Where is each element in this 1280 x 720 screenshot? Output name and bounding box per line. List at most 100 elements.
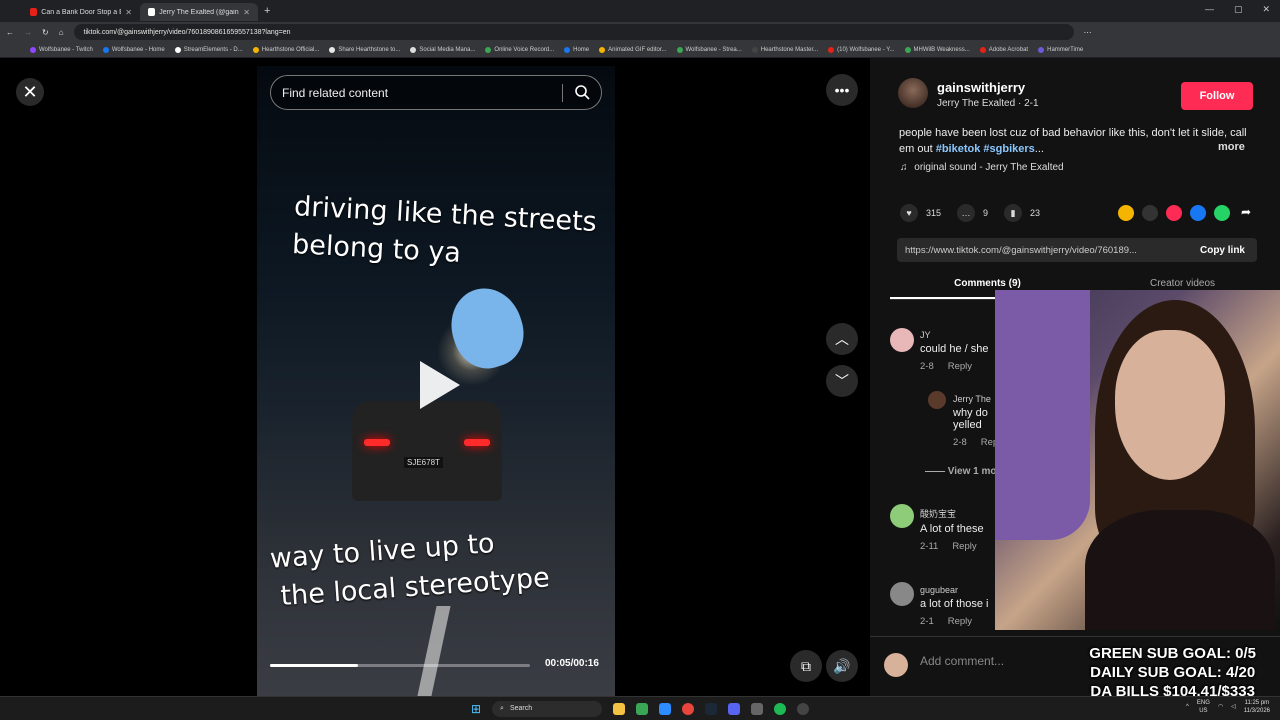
back-icon[interactable]: ← — [6, 28, 14, 37]
bookmark-label: (10) Wolfsbanee - Y... — [837, 46, 895, 53]
bookmark-item[interactable]: Wolfsbanee - Home — [102, 46, 165, 53]
avatar[interactable] — [928, 391, 946, 409]
facebook-icon[interactable] — [1190, 205, 1206, 221]
bookmark-icon — [979, 46, 986, 53]
home-icon[interactable]: ⌂ — [59, 28, 64, 37]
bookmark-item[interactable]: (10) Wolfsbanee - Y... — [828, 46, 895, 53]
bookmark-item[interactable]: Social Media Mana... — [410, 46, 475, 53]
creator-username[interactable]: gainswithjerry — [937, 80, 1025, 95]
bookmark-item[interactable]: Animated GIF editor... — [599, 46, 667, 53]
bookmark-item[interactable]: StreamElements - D... — [174, 46, 243, 53]
volume-button[interactable]: 🔊 — [826, 650, 858, 682]
reload-icon[interactable]: ↻ — [42, 28, 49, 37]
comment-text: could he / she — [920, 343, 989, 355]
volume-icon[interactable]: ◁ — [1231, 703, 1236, 711]
forward-icon[interactable]: → — [24, 28, 32, 37]
play-icon[interactable] — [420, 361, 460, 409]
zoom-icon[interactable] — [659, 702, 672, 715]
spotify-icon[interactable] — [774, 702, 787, 715]
minimize-icon[interactable]: — — [1205, 4, 1214, 15]
windows-start-icon[interactable]: ⊞ — [471, 702, 481, 716]
discord-icon[interactable] — [728, 702, 741, 715]
bookmark-item[interactable]: Share Hearthstone to... — [329, 46, 400, 53]
comment-date: 2-1 — [920, 616, 934, 627]
avatar[interactable] — [890, 582, 914, 606]
bookmark-icon — [252, 46, 259, 53]
bookmark-item[interactable]: Online Voice Record... — [485, 46, 554, 53]
bookmark-item[interactable]: Home — [564, 46, 590, 53]
car: SJE678T — [352, 401, 502, 501]
whatsapp-icon[interactable] — [1214, 205, 1230, 221]
maximize-icon[interactable]: ▢ — [1234, 4, 1243, 15]
bookmark-item[interactable]: Hearthstone Official... — [252, 46, 319, 53]
taskbar-search[interactable]: ⌕ Search — [492, 700, 603, 717]
sound-link[interactable]: ♫ original sound - Jerry The Exalted — [900, 162, 1064, 173]
avatar[interactable] — [890, 504, 914, 528]
wifi-icon[interactable]: ◠ — [1218, 703, 1223, 711]
tab-bullet-video[interactable]: Can a Bank Door Stop a Bullet? ✕ — [22, 3, 140, 21]
save-button[interactable]: ▮ 23 — [1004, 204, 1040, 222]
hashtag-link[interactable]: #biketok — [936, 143, 981, 155]
view-more-replies[interactable]: —— View 1 mo — [925, 466, 997, 477]
bookmark-icon — [102, 46, 109, 53]
search-divider — [562, 84, 563, 102]
comment-user[interactable]: 酸奶宝宝 — [920, 507, 984, 520]
bookmark-item[interactable]: Wolfsbanee - Twitch — [30, 46, 93, 53]
obs-icon[interactable] — [797, 702, 810, 715]
close-window-icon[interactable]: ✕ — [1262, 4, 1270, 15]
clock[interactable]: 11:25 pm 11/3/2026 — [1244, 699, 1270, 715]
language-indicator[interactable]: ENG US — [1197, 699, 1210, 715]
creator-avatar[interactable] — [898, 78, 928, 108]
more-button[interactable]: more — [1218, 141, 1245, 153]
next-video-button[interactable]: ﹀ — [826, 365, 858, 397]
close-video-button[interactable]: ✕ — [16, 78, 44, 106]
search-input[interactable]: Find related content — [270, 75, 602, 110]
copy-link-button[interactable]: Copy link — [1188, 245, 1257, 256]
comment-user[interactable]: Jerry The — [953, 394, 998, 404]
bookmark-item[interactable]: MHWilB Weakness... — [904, 46, 970, 53]
new-tab-icon[interactable]: + — [264, 5, 270, 17]
send-icon[interactable] — [1166, 205, 1182, 221]
bookmark-item[interactable]: Adobe Acrobat — [979, 46, 1028, 53]
close-icon: ✕ — [22, 81, 38, 102]
url-field[interactable]: tiktok.com/@gainswithjerry/video/7601890… — [73, 24, 1074, 40]
comment-user[interactable]: gugubear — [920, 585, 989, 595]
tab-tiktok[interactable]: Jerry The Exalted (@gainswith... ✕ — [140, 3, 258, 21]
progress-bar[interactable] — [270, 664, 530, 667]
bookmark-label: Home — [573, 46, 590, 53]
steam-icon[interactable] — [705, 702, 718, 715]
bookmark-item[interactable]: Wolfsbanee - Strea... — [676, 46, 742, 53]
more-options-button[interactable]: ••• — [826, 74, 858, 106]
file-explorer-icon[interactable] — [613, 702, 626, 715]
comment-button[interactable]: … 9 — [957, 204, 988, 222]
comment-user[interactable]: JY — [920, 330, 989, 340]
embed-icon[interactable] — [1142, 205, 1158, 221]
close-tab-icon[interactable]: ✕ — [125, 8, 132, 17]
search-icon[interactable] — [574, 84, 590, 100]
previous-video-button[interactable]: ︿ — [826, 323, 858, 355]
follow-button[interactable]: Follow — [1181, 82, 1253, 110]
repost-icon[interactable] — [1118, 205, 1134, 221]
video-player[interactable]: SJE678T driving like the streets belong … — [257, 66, 615, 696]
gaming-chair — [995, 290, 1090, 540]
stream-goals: GREEN SUB GOAL: 0/5 DAILY SUB GOAL: 4/20… — [1089, 644, 1256, 701]
bookmark-item[interactable]: Hearthstone Master... — [751, 46, 818, 53]
like-button[interactable]: ♥ 315 — [900, 204, 941, 222]
comment-meta: 2-8 Rep — [953, 437, 998, 448]
bookmark-item[interactable]: HammerTime — [1038, 46, 1083, 53]
chevron-up-icon[interactable]: ^ — [1186, 703, 1189, 711]
share-arrow-icon[interactable]: ➦ — [1238, 205, 1254, 221]
app-icon[interactable] — [751, 702, 764, 715]
chrome-icon[interactable] — [682, 702, 695, 715]
webcam-overlay — [995, 290, 1280, 630]
avatar[interactable] — [890, 328, 914, 352]
close-tab-icon[interactable]: ✕ — [243, 8, 250, 17]
reply-button[interactable]: Reply — [948, 616, 972, 627]
region: US — [1199, 708, 1208, 714]
pip-button[interactable]: ⧉ — [790, 650, 822, 682]
hashtag-link[interactable]: #sgbikers — [983, 143, 1034, 155]
app-icon[interactable] — [636, 702, 649, 715]
extension-icon[interactable]: ⋯ — [1084, 28, 1092, 37]
reply-button[interactable]: Reply — [948, 361, 972, 372]
reply-button[interactable]: Reply — [952, 541, 976, 552]
